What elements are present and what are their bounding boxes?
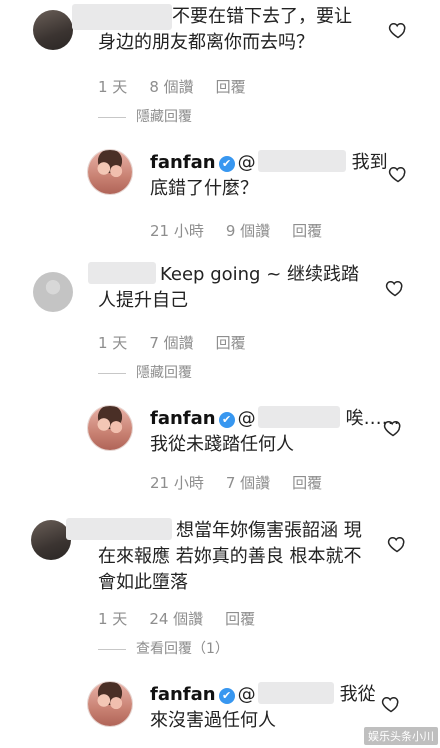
toggle-replies-3[interactable]: 查看回覆（1） xyxy=(98,638,229,658)
watermark: 娱乐头条小川 xyxy=(364,727,438,745)
heart-icon[interactable] xyxy=(387,534,407,554)
reply-button[interactable]: 回覆 xyxy=(216,334,246,352)
reply-1-meta: 21 小時 9 個讚 回覆 xyxy=(150,220,344,241)
replies-divider xyxy=(98,648,126,650)
toggle-replies-label[interactable]: 隱藏回覆 xyxy=(136,109,192,125)
heart-icon[interactable] xyxy=(388,20,408,40)
reply-1-text-line2: 底錯了什麼？ xyxy=(150,178,258,199)
redacted-mention xyxy=(257,406,340,428)
comment-3-text-line3: 會如此墮落 xyxy=(98,572,188,593)
comment-1-text-line2: 身边的朋友都离你而去吗？ xyxy=(98,32,314,53)
avatar-fanfan-1[interactable] xyxy=(88,150,132,194)
heart-icon[interactable] xyxy=(381,694,401,714)
redacted-mention xyxy=(257,682,334,704)
mention-at: @ xyxy=(237,152,256,173)
comment-2-text: Keep going ~ 继续践踏 xyxy=(160,264,360,285)
comment-3-meta: 1 天 24 個讚 回覆 xyxy=(98,608,277,629)
username-fanfan[interactable]: fanfan xyxy=(150,684,216,705)
redacted-username-3 xyxy=(66,518,172,540)
reply-3-text: fanfan ✔ @ 我從 xyxy=(150,682,376,708)
comment-1-meta: 1 天 8 個讚 回覆 xyxy=(98,76,268,97)
comment-time: 21 小時 xyxy=(150,474,204,492)
verified-badge-icon: ✔ xyxy=(218,412,235,428)
redacted-username-2 xyxy=(88,262,156,284)
reply-1-text: fanfan ✔ @ 我到 xyxy=(150,150,388,176)
comment-3-text: 想當年妳傷害張韶涵 現 xyxy=(176,520,362,541)
comment-3-text-line2: 在來報應 若妳真的善良 根本就不 xyxy=(98,546,362,567)
comment-time: 21 小時 xyxy=(150,222,204,240)
reply-button[interactable]: 回覆 xyxy=(292,474,322,492)
reply-button[interactable]: 回覆 xyxy=(292,222,322,240)
username-fanfan[interactable]: fanfan xyxy=(150,152,216,173)
verified-badge-icon: ✔ xyxy=(218,156,235,172)
comment-time: 1 天 xyxy=(98,78,128,96)
toggle-replies-2[interactable]: 隱藏回覆 xyxy=(98,362,192,382)
replies-divider xyxy=(98,116,126,118)
mention-at: @ xyxy=(237,408,256,429)
comment-1-text: 不要在错下去了，要让 xyxy=(172,6,352,27)
heart-icon[interactable] xyxy=(383,418,403,438)
like-count[interactable]: 7 個讚 xyxy=(226,474,270,492)
redacted-mention xyxy=(257,150,346,172)
like-count[interactable]: 7 個讚 xyxy=(149,334,193,352)
avatar-commenter-1[interactable] xyxy=(33,10,73,50)
mention-at: @ xyxy=(237,684,256,705)
like-count[interactable]: 9 個讚 xyxy=(226,222,270,240)
username-fanfan[interactable]: fanfan xyxy=(150,408,216,429)
heart-icon[interactable] xyxy=(388,164,408,184)
heart-icon[interactable] xyxy=(385,278,405,298)
avatar-fanfan-2[interactable] xyxy=(88,406,132,450)
replies-divider xyxy=(98,372,126,374)
toggle-replies-label[interactable]: 查看回覆（1） xyxy=(136,641,229,657)
avatar-fanfan-3[interactable] xyxy=(88,682,132,726)
reply-text-start: 我從 xyxy=(339,684,376,705)
reply-2-meta: 21 小時 7 個讚 回覆 xyxy=(150,472,344,493)
reply-2-text: fanfan ✔ @ 唉…… xyxy=(150,406,400,432)
avatar-commenter-3[interactable] xyxy=(31,520,71,560)
redacted-username-1 xyxy=(72,4,172,30)
reply-text-start: 我到 xyxy=(351,152,388,173)
reply-3-text-line2: 來沒害過任何人 xyxy=(150,710,276,731)
avatar-commenter-2[interactable] xyxy=(33,272,73,312)
reply-2-text-line2: 我從未踐踏任何人 xyxy=(150,434,294,455)
like-count[interactable]: 24 個讚 xyxy=(149,610,203,628)
reply-button[interactable]: 回覆 xyxy=(216,78,246,96)
reply-button[interactable]: 回覆 xyxy=(225,610,255,628)
toggle-replies-1[interactable]: 隱藏回覆 xyxy=(98,106,192,126)
comment-2-meta: 1 天 7 個讚 回覆 xyxy=(98,332,268,353)
toggle-replies-label[interactable]: 隱藏回覆 xyxy=(136,365,192,381)
comment-2-text-line2: 人提升自己 xyxy=(98,290,188,311)
verified-badge-icon: ✔ xyxy=(218,688,235,704)
comment-time: 1 天 xyxy=(98,334,128,352)
like-count[interactable]: 8 個讚 xyxy=(149,78,193,96)
comment-time: 1 天 xyxy=(98,610,128,628)
